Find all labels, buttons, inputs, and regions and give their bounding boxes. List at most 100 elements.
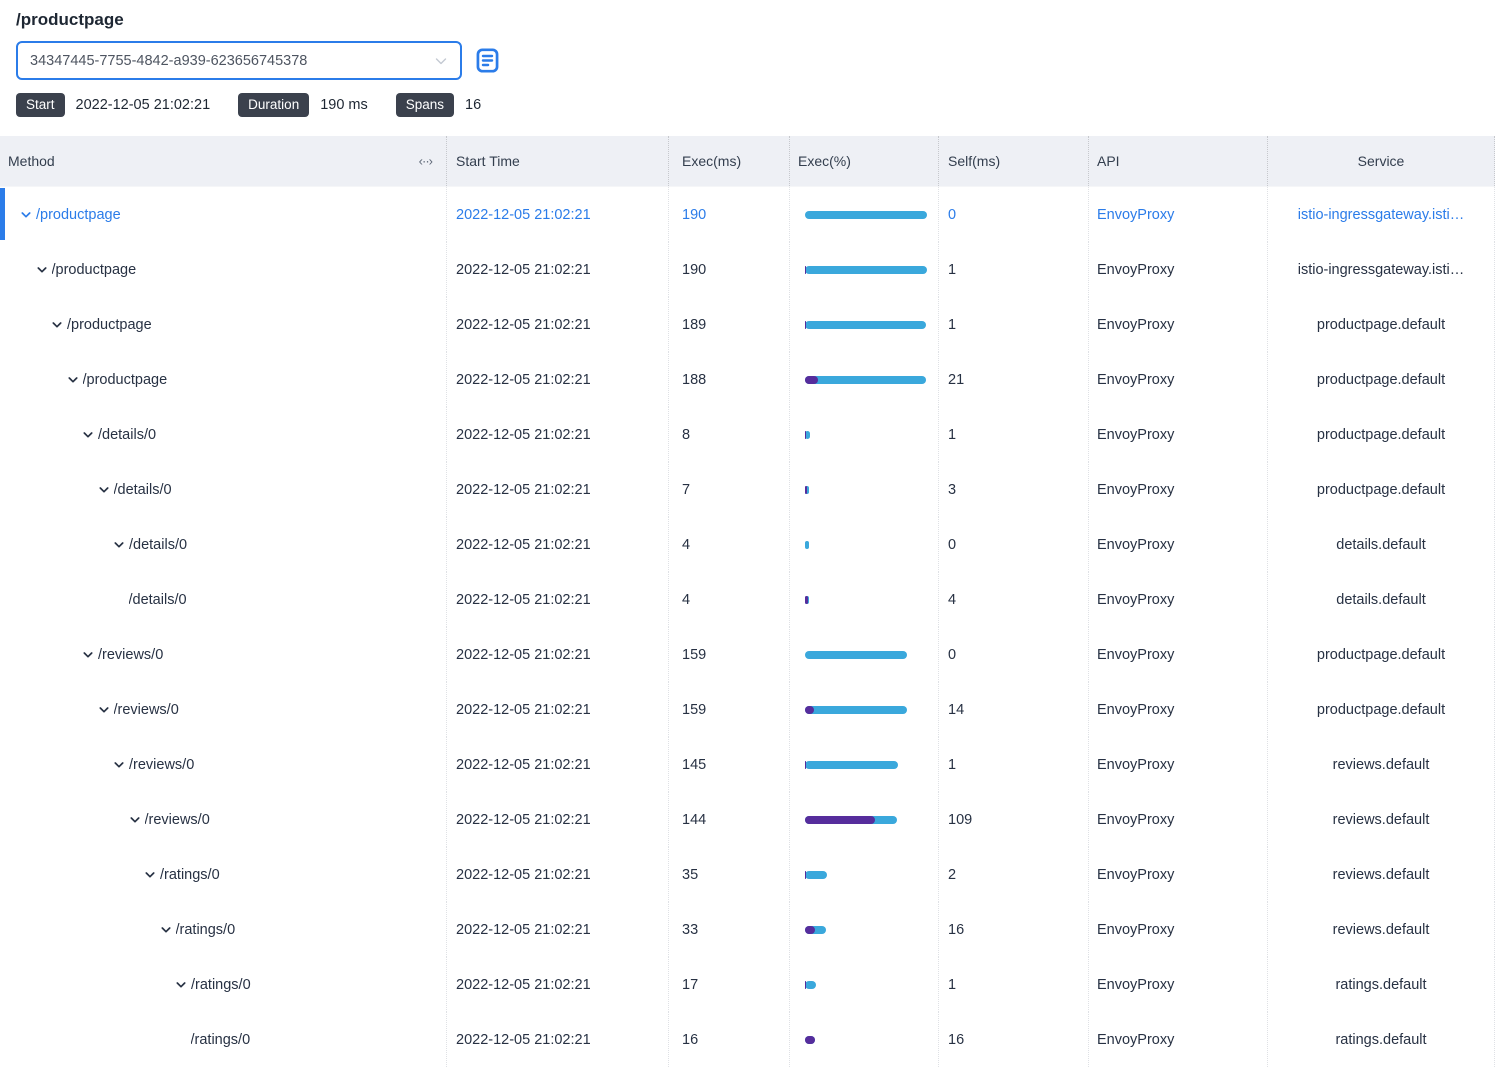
api-cell: EnvoyProxy — [1089, 572, 1268, 627]
method-label: /details/0 — [129, 537, 187, 553]
api-value: EnvoyProxy — [1097, 1032, 1174, 1048]
api-cell: EnvoyProxy — [1089, 902, 1268, 957]
table-row[interactable]: /reviews/0 2022-12-05 21:02:21 145 1 Env… — [0, 737, 1495, 792]
api-cell: EnvoyProxy — [1089, 187, 1268, 242]
table-row[interactable]: /reviews/0 2022-12-05 21:02:21 159 14 En… — [0, 682, 1495, 737]
method-cell[interactable]: /details/0 — [0, 517, 447, 572]
table-row[interactable]: /ratings/0 2022-12-05 21:02:21 33 16 Env… — [0, 902, 1495, 957]
column-label: Method — [8, 153, 55, 169]
self-time-bar — [805, 486, 807, 494]
method-label: /reviews/0 — [129, 757, 194, 773]
trace-id-select[interactable]: 34347445-7755-4842-a939-623656745378 — [16, 41, 462, 80]
method-cell[interactable]: /details/0 — [0, 407, 447, 462]
method-cell[interactable]: /productpage — [0, 297, 447, 352]
self-ms-cell: 4 — [939, 572, 1089, 627]
method-cell[interactable]: /reviews/0 — [0, 737, 447, 792]
chevron-down-icon[interactable] — [129, 814, 141, 826]
method-cell[interactable]: /ratings/0 — [0, 957, 447, 1012]
method-cell[interactable]: /productpage — [0, 352, 447, 407]
method-cell[interactable]: /productpage — [0, 187, 447, 242]
chevron-down-icon[interactable] — [175, 979, 187, 991]
table-row[interactable]: /productpage 2022-12-05 21:02:21 190 0 E… — [0, 187, 1495, 242]
self-time-bar — [805, 761, 806, 769]
exec-bar — [805, 706, 907, 714]
self-ms-cell: 2 — [939, 847, 1089, 902]
table-row[interactable]: /details/0 2022-12-05 21:02:21 4 4 Envoy… — [0, 572, 1495, 627]
exec-ms-cell: 35 — [669, 847, 790, 902]
chevron-down-icon[interactable] — [144, 869, 156, 881]
exec-ms-value: 33 — [682, 922, 698, 938]
table-row[interactable]: /ratings/0 2022-12-05 21:02:21 16 16 Env… — [0, 1012, 1495, 1067]
start-time-cell: 2022-12-05 21:02:21 — [447, 352, 669, 407]
table-row[interactable]: /ratings/0 2022-12-05 21:02:21 17 1 Envo… — [0, 957, 1495, 1012]
exec-ms-cell: 190 — [669, 242, 790, 297]
start-time-cell: 2022-12-05 21:02:21 — [447, 297, 669, 352]
chevron-down-icon[interactable] — [98, 484, 110, 496]
exec-bar — [805, 981, 816, 989]
spans-value: 16 — [465, 97, 481, 113]
exec-ms-value: 159 — [682, 647, 706, 663]
table-row[interactable]: /details/0 2022-12-05 21:02:21 4 0 Envoy… — [0, 517, 1495, 572]
table-row[interactable]: /reviews/0 2022-12-05 21:02:21 144 109 E… — [0, 792, 1495, 847]
chevron-down-icon[interactable] — [98, 704, 110, 716]
self-ms-value: 1 — [948, 317, 956, 333]
start-time-value: 2022-12-05 21:02:21 — [456, 812, 591, 828]
table-row[interactable]: /productpage 2022-12-05 21:02:21 190 1 E… — [0, 242, 1495, 297]
chevron-down-icon[interactable] — [67, 374, 79, 386]
chevron-down-icon[interactable] — [20, 209, 32, 221]
chevron-down-icon[interactable] — [82, 649, 94, 661]
self-time-bar — [805, 321, 806, 329]
api-cell: EnvoyProxy — [1089, 1012, 1268, 1067]
service-cell: productpage.default — [1268, 297, 1495, 352]
method-cell[interactable]: /ratings/0 — [0, 902, 447, 957]
method-cell[interactable]: /ratings/0 — [0, 847, 447, 902]
table-row[interactable]: /productpage 2022-12-05 21:02:21 189 1 E… — [0, 297, 1495, 352]
exec-bar — [805, 486, 809, 494]
exec-bar — [805, 541, 809, 549]
method-cell[interactable]: /reviews/0 — [0, 627, 447, 682]
api-cell: EnvoyProxy — [1089, 517, 1268, 572]
duration-badge: Duration — [238, 93, 309, 117]
api-cell: EnvoyProxy — [1089, 627, 1268, 682]
method-cell[interactable]: /details/0 — [0, 572, 447, 627]
chevron-down-icon[interactable] — [82, 429, 94, 441]
method-cell[interactable]: /productpage — [0, 242, 447, 297]
method-label: /productpage — [83, 372, 168, 388]
api-value: EnvoyProxy — [1097, 372, 1174, 388]
self-ms-value: 16 — [948, 922, 964, 938]
service-value: productpage.default — [1317, 702, 1445, 718]
column-resize-handle-icon[interactable]: ‹··› — [419, 154, 432, 169]
exec-bar — [805, 376, 926, 384]
exec-ms-cell: 144 — [669, 792, 790, 847]
chevron-down-icon[interactable] — [36, 264, 48, 276]
copy-trace-id-button[interactable] — [474, 47, 501, 74]
method-cell[interactable]: /reviews/0 — [0, 682, 447, 737]
start-time-value: 2022-12-05 21:02:21 — [456, 262, 591, 278]
trace-meta-row: Start 2022-12-05 21:02:21 Duration 190 m… — [16, 93, 1495, 117]
chevron-down-icon[interactable] — [113, 539, 125, 551]
chevron-down-icon[interactable] — [160, 924, 172, 936]
service-cell: istio-ingressgateway.isti… — [1268, 187, 1495, 242]
api-cell: EnvoyProxy — [1089, 407, 1268, 462]
chevron-down-icon[interactable] — [51, 319, 63, 331]
chevron-down-icon[interactable] — [113, 759, 125, 771]
table-row[interactable]: /reviews/0 2022-12-05 21:02:21 159 0 Env… — [0, 627, 1495, 682]
service-value: reviews.default — [1333, 922, 1430, 938]
api-cell: EnvoyProxy — [1089, 792, 1268, 847]
method-cell[interactable]: /reviews/0 — [0, 792, 447, 847]
exec-percent-cell — [790, 297, 939, 352]
table-row[interactable]: /productpage 2022-12-05 21:02:21 188 21 … — [0, 352, 1495, 407]
start-time-value: 2022-12-05 21:02:21 — [456, 977, 591, 993]
table-row[interactable]: /details/0 2022-12-05 21:02:21 7 3 Envoy… — [0, 462, 1495, 517]
table-row[interactable]: /details/0 2022-12-05 21:02:21 8 1 Envoy… — [0, 407, 1495, 462]
exec-ms-cell: 4 — [669, 572, 790, 627]
column-label: Exec(ms) — [682, 153, 741, 169]
method-cell[interactable]: /ratings/0 — [0, 1012, 447, 1067]
self-time-bar — [805, 981, 806, 989]
exec-ms-value: 8 — [682, 427, 690, 443]
table-row[interactable]: /ratings/0 2022-12-05 21:02:21 35 2 Envo… — [0, 847, 1495, 902]
method-cell[interactable]: /details/0 — [0, 462, 447, 517]
exec-ms-value: 16 — [682, 1032, 698, 1048]
exec-bar — [805, 211, 927, 219]
exec-ms-value: 159 — [682, 702, 706, 718]
